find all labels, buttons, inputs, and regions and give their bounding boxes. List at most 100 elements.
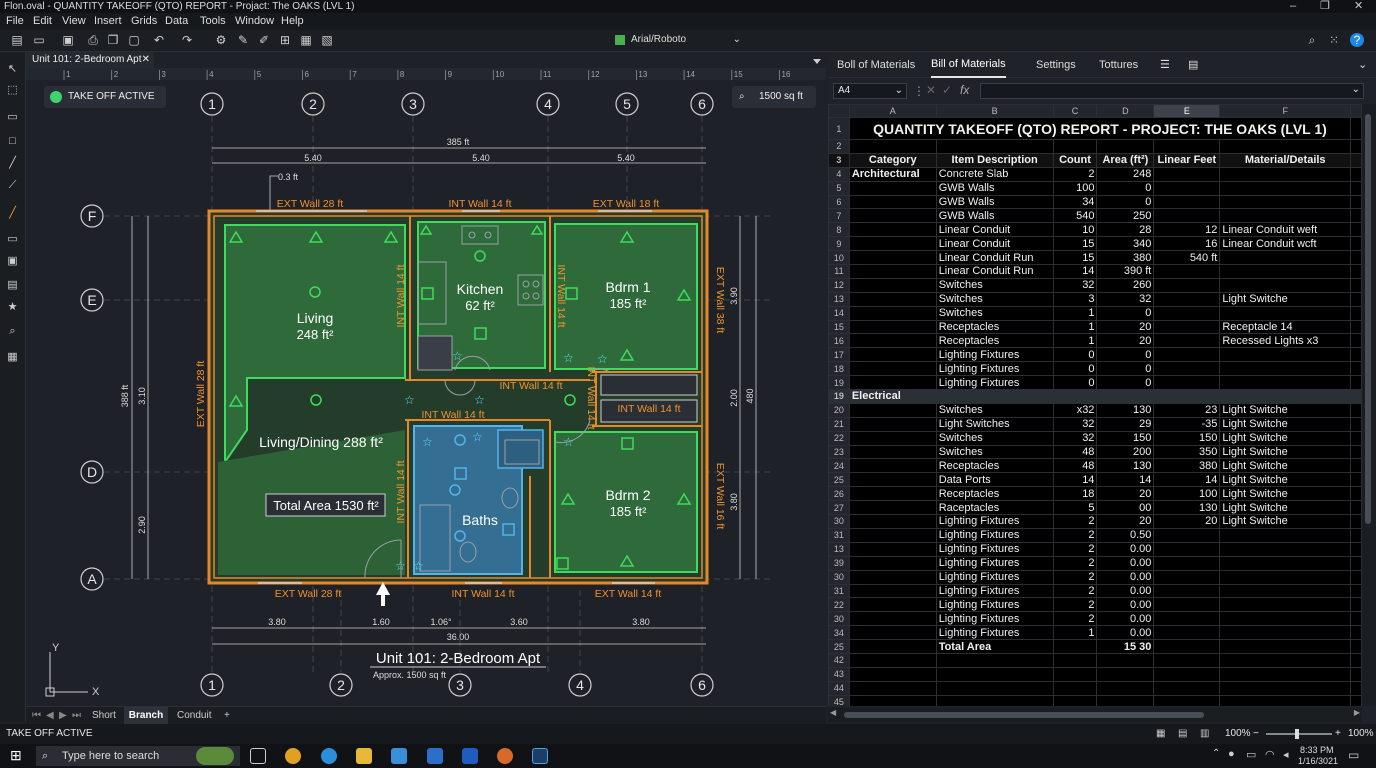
cell-area[interactable]: 20 (1096, 333, 1155, 349)
cell-category[interactable] (848, 236, 937, 252)
cell-count[interactable]: 1 (1052, 333, 1098, 349)
word-icon[interactable] (462, 748, 478, 764)
table-row[interactable]: 22 Switches 32 150 150 Light Switche (828, 430, 1362, 446)
cell[interactable] (848, 666, 937, 682)
cell-item-description[interactable]: Raceptacles (935, 500, 1054, 516)
cell-material-details[interactable] (1219, 541, 1352, 557)
table-row[interactable]: 13 Switches 3 32 Light Switche (828, 291, 1362, 307)
table-row[interactable]: 30 Lighting Fixtures 2 0.00 (828, 569, 1362, 585)
cell-material-details[interactable]: Light Switche (1219, 458, 1352, 474)
cell-area[interactable]: 130 (1096, 458, 1155, 474)
cell-area[interactable]: 0.50 (1096, 527, 1155, 543)
cell[interactable] (1350, 652, 1362, 668)
cell-category[interactable] (848, 222, 937, 238)
cell-material-details[interactable]: Linear Conduit weft (1219, 222, 1352, 238)
taskbar-search[interactable]: ⌕ Type here to search (36, 746, 240, 766)
cell-linear-feet[interactable] (1153, 264, 1221, 279)
cell-category[interactable] (848, 333, 937, 349)
windows-start-icon[interactable]: ⊞ (10, 747, 22, 764)
table-row[interactable]: 13 Lighting Fixtures 2 0.00 (828, 541, 1362, 557)
sheet-tab-branch[interactable]: Branch (124, 707, 168, 725)
table-header-cell[interactable]: Item Description (935, 152, 1054, 168)
brush-icon[interactable]: ✎ (236, 33, 250, 47)
document-tab[interactable]: Unit 101: 2-Bedroom Apt ✕ (26, 52, 154, 68)
cell[interactable] (1153, 666, 1221, 682)
cell-item-description[interactable]: Lighting Fixtures (935, 555, 1054, 571)
cell-material-details[interactable]: Receptacle 14 (1219, 319, 1352, 335)
cell-material-details[interactable] (1219, 375, 1352, 391)
cell-area[interactable]: 0 (1096, 180, 1155, 196)
prev-sheet-icon[interactable]: ◀ (46, 707, 54, 725)
select-all-corner[interactable] (828, 104, 850, 118)
cell-count[interactable]: 48 (1052, 444, 1098, 460)
cell-area[interactable]: 32 (1096, 291, 1155, 307)
cell-material-details[interactable] (1219, 555, 1352, 571)
cell[interactable] (1219, 639, 1352, 654)
table-row[interactable]: 24 Receptacles 48 130 380 Light Switche (828, 458, 1362, 474)
cell[interactable] (1096, 139, 1155, 154)
cell-linear-feet[interactable] (1153, 277, 1221, 293)
table-row[interactable]: 14 Switches 1 0 (828, 305, 1362, 321)
cell-material-details[interactable] (1219, 527, 1352, 543)
table-row[interactable]: 25 Data Ports 14 14 14 Light Switche (828, 472, 1362, 488)
table-row[interactable]: 44 (828, 680, 1362, 696)
cell-area[interactable]: 20 (1096, 486, 1155, 502)
column-header-b[interactable]: B (935, 104, 1054, 118)
report-title[interactable]: QUANTITY TAKEOFF (QTO) REPORT - PROJECT:… (848, 117, 1352, 140)
cell-linear-feet[interactable] (1153, 555, 1221, 571)
scroll-right-icon[interactable]: ▶ (1354, 708, 1360, 717)
cell-linear-feet[interactable]: 540 ft (1153, 250, 1221, 266)
sheet-tab-conduit[interactable]: Conduit (177, 707, 211, 725)
cell-material-details[interactable] (1219, 208, 1352, 224)
menu-file[interactable]: File (6, 13, 24, 30)
cell-linear-feet[interactable] (1153, 583, 1221, 599)
cell-area[interactable]: 150 (1096, 430, 1155, 446)
select-tool-icon[interactable]: ↖ (5, 62, 20, 77)
cell-category[interactable] (848, 444, 937, 460)
cell[interactable] (1153, 694, 1221, 706)
table-row[interactable]: 7 GWB Walls 540 250 (828, 208, 1362, 224)
cell-area[interactable]: 00 (1096, 500, 1155, 516)
save-icon[interactable]: ▣ (61, 33, 75, 47)
cell[interactable] (935, 389, 1054, 404)
font-family-select[interactable]: Arial/Roboto ⌄ (615, 32, 743, 48)
zoom-out-button[interactable]: − (1253, 724, 1259, 744)
cell-material-details[interactable] (1219, 180, 1352, 196)
cell-area[interactable]: 20 (1096, 514, 1155, 529)
cell-linear-feet[interactable] (1153, 291, 1221, 307)
fx-icon[interactable]: fx (960, 83, 969, 97)
wall-label-int-kitchen-right[interactable]: INT Wall 14 ft (555, 264, 567, 327)
undo-icon[interactable]: ↶ (152, 33, 166, 47)
cell-linear-feet[interactable] (1153, 166, 1221, 182)
photoshop-icon[interactable] (532, 748, 548, 764)
cell-category[interactable] (848, 250, 937, 266)
cell-count[interactable]: 2 (1052, 597, 1098, 613)
cell[interactable] (1153, 680, 1221, 696)
cell-category[interactable] (848, 264, 937, 279)
cell[interactable] (1096, 652, 1155, 668)
cell-count[interactable]: 2 (1052, 514, 1098, 529)
marquee-tool-icon[interactable]: ⬚ (5, 83, 20, 98)
tab-bill-of-materials[interactable]: Bill of Materials (931, 52, 1006, 78)
table-row[interactable]: 12 Switches 32 260 (828, 277, 1362, 293)
cell-item-description[interactable]: Concrete Slab (935, 166, 1054, 182)
cell-material-details[interactable] (1219, 166, 1352, 182)
pen-icon[interactable]: ✐ (257, 33, 271, 47)
scroll-thumb[interactable] (844, 712, 1204, 718)
cell-linear-feet[interactable] (1153, 611, 1221, 627)
cell[interactable] (1219, 652, 1352, 668)
table-row[interactable]: 15 Receptacles 1 20 Receptacle 14 (828, 319, 1362, 335)
cell-category[interactable] (848, 472, 937, 488)
room-name-bdrm2[interactable]: Bdrm 2 (605, 487, 650, 503)
room-name-baths[interactable]: Baths (462, 512, 498, 528)
cell[interactable] (1219, 139, 1352, 154)
cell-area[interactable]: 0.00 (1096, 625, 1155, 641)
column-header-d[interactable]: D (1096, 104, 1155, 118)
vertical-scrollbar[interactable] (1362, 104, 1376, 706)
column-header-f[interactable]: F (1219, 104, 1352, 118)
maximize-button[interactable]: ❐ (1320, 0, 1330, 13)
table-row[interactable]: 31 Lighting Fixtures 2 0.50 (828, 527, 1362, 543)
scroll-left-icon[interactable]: ◀ (830, 708, 836, 717)
cell[interactable] (935, 680, 1054, 696)
table-row[interactable]: 39 Lighting Fixtures 2 0.00 (828, 555, 1362, 571)
